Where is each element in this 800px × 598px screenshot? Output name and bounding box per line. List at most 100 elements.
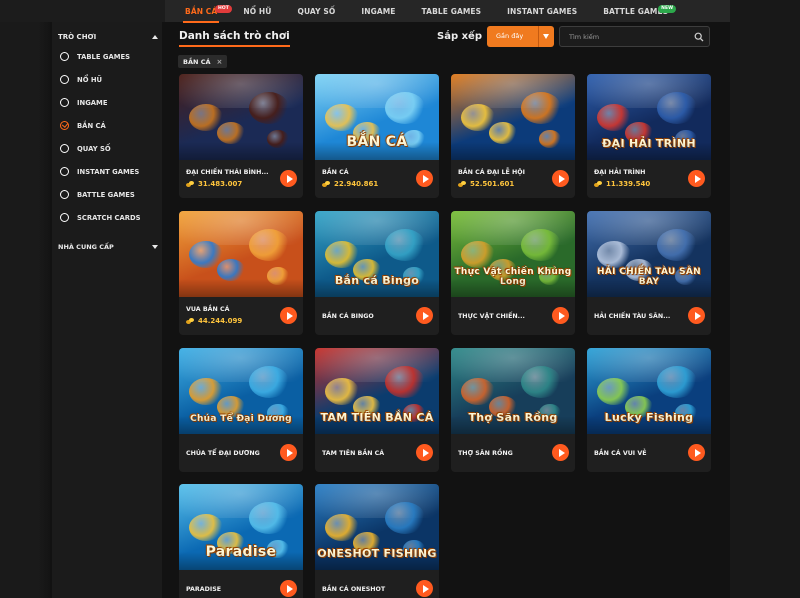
game-thumbnail[interactable]: Paradise [179,484,303,570]
game-thumbnail[interactable] [451,74,575,160]
sidebar-filter-item[interactable]: INSTANT GAMES [60,167,139,176]
play-button[interactable] [280,170,297,187]
filter-chip[interactable]: BẮN CÁ × [178,55,228,68]
play-button[interactable] [552,444,569,461]
search-icon[interactable] [694,32,704,42]
game-thumbnail[interactable] [179,211,303,297]
play-button[interactable] [688,170,705,187]
radio-icon[interactable] [60,144,69,153]
game-thumbnail[interactable]: Lucky Fishing [587,348,711,434]
game-card[interactable]: ĐẠI HẢI TRÌNH ĐẠI HẢI TRÌNH 11.339.540 [587,74,711,198]
play-button[interactable] [280,307,297,324]
coins-icon [594,180,602,188]
play-button[interactable] [552,170,569,187]
play-button[interactable] [688,307,705,324]
game-card[interactable]: Chúa Tể Đại Dương CHÚA TỂ ĐẠI DƯƠNG [179,348,303,472]
search-input[interactable] [569,31,689,43]
game-title: THỰC VẬT CHIẾN... [458,313,525,320]
game-card[interactable]: Lucky Fishing BẮN CÁ VUI VẺ [587,348,711,472]
radio-checked-icon[interactable] [60,121,69,130]
caret-up-icon [152,35,158,39]
nav-item-label: NỔ HŨ [243,6,272,16]
sidebar-filter-item[interactable]: BẮN CÁ [60,121,106,130]
game-card[interactable]: TAM TIÊN BẮN CÁ TAM TIÊN BẮN CÁ [315,348,439,472]
game-title: BẮN CÁ ĐẠI LỄ HỘI [458,169,525,176]
game-card[interactable]: Thợ Săn Rồng THỢ SĂN RỒNG [451,348,575,472]
game-thumbnail[interactable]: Thợ Săn Rồng [451,348,575,434]
thumbnail-shade [179,142,303,160]
game-card[interactable]: HẢI CHIẾN TÀU SÂN BAY HẢI CHIẾN TÀU SÂN..… [587,211,711,335]
sidebar-filter-label: QUAY SỐ [77,144,111,153]
game-card[interactable]: VUA BẮN CÁ 44.244.099 [179,211,303,335]
play-button[interactable] [552,307,569,324]
play-button[interactable] [416,307,433,324]
game-title: CHÚA TỂ ĐẠI DƯƠNG [186,450,260,457]
game-thumbnail[interactable]: TAM TIÊN BẮN CÁ [315,348,439,434]
page-title: Danh sách trò chơi [179,30,290,47]
nav-item-4[interactable]: TABLE GAMES [422,7,482,16]
play-button[interactable] [416,444,433,461]
jackpot-amount: 22.940.861 [322,180,378,188]
thumbnail-shade [315,416,439,434]
sort-divider [538,26,539,47]
jackpot-value: 11.339.540 [606,180,651,188]
nav-item-6[interactable]: BATTLE GAMES NEW [603,4,677,16]
sidebar-filter-item[interactable]: NỔ HŨ [60,75,102,84]
game-card[interactable]: ĐẠI CHIẾN THÁI BÌNH... 31.483.007 [179,74,303,198]
jackpot-value: 22.940.861 [334,180,379,188]
sidebar-filter-item[interactable]: QUAY SỐ [60,144,111,153]
thumbnail-shade [451,142,575,160]
sidebar-filter-item[interactable]: inGame [60,98,107,107]
radio-icon[interactable] [60,52,69,61]
game-thumbnail[interactable]: Thực Vật chiến Khủng Long [451,211,575,297]
game-card[interactable]: Thực Vật chiến Khủng Long THỰC VẬT CHIẾN.… [451,211,575,335]
thumbnail-shade [587,279,711,297]
game-thumbnail[interactable]: HẢI CHIẾN TÀU SÂN BAY [587,211,711,297]
thumbnail-decoration [657,366,697,398]
nav-item-1[interactable]: NỔ HŨ [243,7,271,16]
sidebar-section-provider[interactable]: NHÀ CUNG CẤP [58,243,158,251]
thumbnail-decoration [249,92,289,124]
coins-icon [186,317,194,325]
sidebar-section-title: TRÒ CHƠI [58,33,97,41]
play-button[interactable] [280,444,297,461]
close-icon[interactable]: × [217,58,223,66]
game-card[interactable]: Bắn cá Bingo BẮN CÁ BINGO [315,211,439,335]
game-thumbnail[interactable]: BẮN CÁ [315,74,439,160]
sidebar-filter-item[interactable]: TABLE GAMES [60,52,130,61]
search-box[interactable] [559,26,710,47]
nav-item-label: TABLE GAMES [421,6,482,16]
sort-dropdown[interactable]: Gần đây [487,26,554,47]
left-gutter [0,22,50,598]
nav-item-5[interactable]: INSTANT GAMES [507,7,577,16]
thumbnail-decoration [521,366,561,398]
game-title: BẮN CÁ BINGO [322,313,374,320]
radio-icon[interactable] [60,167,69,176]
game-card[interactable]: BẮN CÁ BẮN CÁ 22.940.861 [315,74,439,198]
radio-icon[interactable] [60,75,69,84]
game-thumbnail[interactable]: ĐẠI HẢI TRÌNH [587,74,711,160]
radio-icon[interactable] [60,213,69,222]
game-thumbnail[interactable]: Bắn cá Bingo [315,211,439,297]
game-thumbnail[interactable] [179,74,303,160]
sidebar-filter-item[interactable]: BATTLE GAMES [60,190,135,199]
thumbnail-decoration [385,366,425,398]
game-card[interactable]: Paradise PARADISE [179,484,303,598]
sidebar-filter-item[interactable]: SCRATCH CARDS [60,213,141,222]
nav-item-3[interactable]: INGAME [361,7,395,16]
play-button[interactable] [688,444,705,461]
game-card[interactable]: BẮN CÁ ĐẠI LỄ HỘI 52.501.601 [451,74,575,198]
radio-icon[interactable] [60,190,69,199]
sidebar-section-games[interactable]: TRÒ CHƠI [58,33,158,41]
play-button[interactable] [416,170,433,187]
thumbnail-shade [315,279,439,297]
radio-icon[interactable] [60,98,69,107]
game-card[interactable]: ONESHOT FISHING BẮN CÁ ONESHOT [315,484,439,598]
nav-item-0[interactable]: BẮN CÁ HOT [182,4,232,23]
coins-icon [458,180,466,188]
game-thumbnail[interactable]: Chúa Tể Đại Dương [179,348,303,434]
nav-item-2[interactable]: QUAY SỐ [297,7,335,16]
game-thumbnail[interactable]: ONESHOT FISHING [315,484,439,570]
play-button[interactable] [416,580,433,597]
play-button[interactable] [280,580,297,597]
